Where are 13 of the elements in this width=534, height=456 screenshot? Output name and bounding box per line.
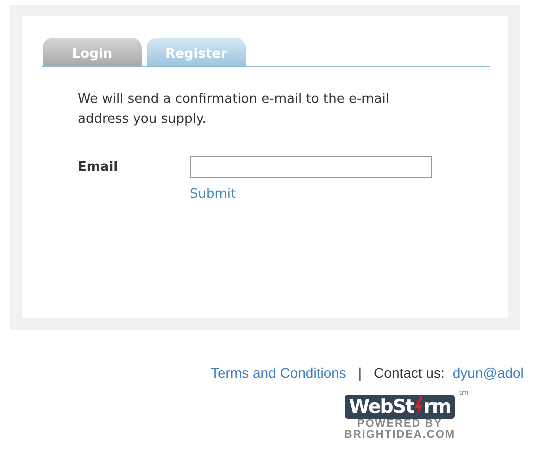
email-link[interactable]: dyun@adol: [452, 365, 524, 381]
logo-text: WebSt: [349, 396, 414, 418]
separator-text: |: [358, 365, 362, 381]
contact-label: Contact us:: [374, 365, 445, 381]
logo-text: rm: [424, 396, 451, 418]
terms-link[interactable]: Terms and Conditions: [211, 365, 346, 381]
lightning-icon: [414, 396, 424, 418]
submit-link[interactable]: Submit: [190, 187, 236, 202]
email-field[interactable]: [190, 156, 432, 178]
logo-tagline: POWERED BY: [357, 419, 443, 430]
logo-tagline: BRIGHTIDEA.COM: [344, 430, 456, 441]
instruction-text: We will send a confirmation e-mail to the e-mail address you supply.: [78, 91, 390, 129]
field-label: Email: [78, 160, 120, 174]
